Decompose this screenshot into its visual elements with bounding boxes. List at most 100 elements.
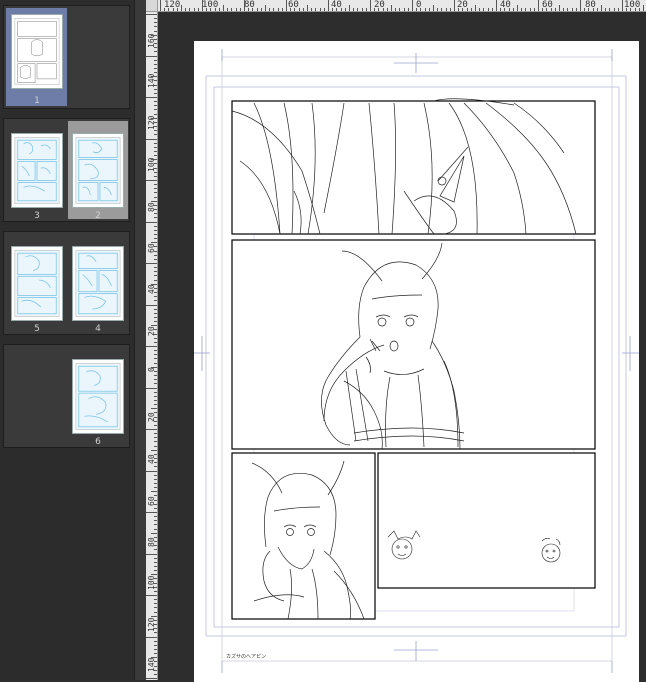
- ruler-tick: [154, 43, 157, 45]
- ruler-tick: [643, 5, 644, 11]
- ruler-tick: [154, 354, 157, 356]
- ruler-tick: [154, 478, 157, 480]
- ruler-tick: [154, 603, 157, 605]
- ruler-tick: [323, 8, 325, 11]
- ruler-tick: [154, 665, 157, 667]
- ruler-tick: [340, 8, 342, 11]
- ruler-tick: [154, 441, 157, 443]
- ruler-tick: [154, 233, 157, 235]
- ruler-tick: [151, 200, 157, 202]
- ruler-tick: [154, 495, 157, 497]
- ruler-tick: [154, 321, 157, 323]
- ruler-tick: [491, 8, 493, 11]
- ruler-tick: [412, 0, 413, 11]
- ruler-tick: [154, 238, 157, 240]
- ruler-tick: [154, 499, 157, 501]
- ruler-tick: [154, 545, 157, 547]
- page-thumbnail-3[interactable]: [11, 133, 63, 208]
- ruler-tick: [154, 516, 157, 518]
- drawing-canvas[interactable]: カズサのヘアピン: [158, 13, 646, 682]
- ruler-tick: [146, 636, 157, 638]
- ruler-tick: [154, 395, 157, 397]
- ruler-tick: [420, 8, 422, 11]
- page-number-label: 3: [34, 211, 40, 221]
- ruler-tick: [154, 420, 157, 422]
- ruler-tick: [546, 8, 548, 11]
- ruler-tick: [294, 8, 296, 11]
- ruler-tick: [154, 379, 157, 381]
- ruler-tick: [181, 5, 182, 11]
- ruler-tick: [154, 661, 157, 663]
- ruler-tick: [529, 8, 531, 11]
- ruler-tick: [154, 130, 157, 132]
- ruler-tick: [154, 312, 157, 314]
- ruler-tick: [622, 0, 623, 11]
- page-number-label: 6: [95, 437, 101, 447]
- ruler-tick: [154, 644, 157, 646]
- ruler-tick: [154, 404, 157, 406]
- page-panel-scrollbar[interactable]: [135, 0, 146, 680]
- ruler-tick: [146, 595, 157, 596]
- spread-3: 5 4: [3, 231, 130, 335]
- ruler-tick: [154, 648, 157, 650]
- ruler-tick: [154, 503, 157, 505]
- ruler-tick: [151, 574, 157, 576]
- ruler-tick: [302, 8, 304, 11]
- ruler-tick: [462, 8, 464, 11]
- ruler-tick: [154, 316, 157, 318]
- ruler-tick: [154, 341, 157, 343]
- ruler-tick: [154, 308, 157, 310]
- page-3-preview: [14, 137, 60, 204]
- ruler-tick: [483, 8, 485, 11]
- ruler-tick: [559, 5, 560, 11]
- ruler-tick: [154, 109, 157, 111]
- page-thumbnail-1[interactable]: [11, 14, 63, 89]
- ruler-tick: [154, 246, 157, 248]
- ruler-tick: [146, 512, 157, 513]
- page-6-preview: [75, 363, 121, 430]
- ruler-tick: [154, 250, 157, 252]
- ruler-tick: [154, 453, 157, 455]
- ruler-tick: [349, 5, 350, 11]
- comic-panel-3: [231, 452, 376, 620]
- page-thumbnail-2[interactable]: [72, 133, 124, 208]
- ruler-tick: [164, 8, 166, 11]
- ruler-tick: [154, 462, 157, 464]
- ruler-tick: [154, 541, 157, 543]
- ruler-tick: [154, 329, 157, 331]
- manga-page[interactable]: カズサのヘアピン: [194, 41, 639, 682]
- ruler-corner: [146, 0, 158, 12]
- ruler-tick: [146, 97, 157, 98]
- page-list-panel: 1 3 2 5 4 6: [0, 0, 135, 680]
- spread-4: 6: [3, 344, 130, 448]
- ruler-tick: [353, 8, 355, 11]
- ruler-tick: [571, 8, 573, 11]
- comic-panel-1: [231, 98, 596, 235]
- ruler-tick: [151, 34, 157, 36]
- page-thumbnail-4[interactable]: [72, 246, 124, 321]
- ruler-tick: [176, 8, 178, 11]
- page-thumbnail-5[interactable]: [11, 246, 63, 321]
- ruler-tick: [154, 412, 157, 414]
- page-number-label: 4: [95, 324, 101, 334]
- ruler-tick: [332, 8, 334, 11]
- comic-panel-4: [377, 452, 596, 589]
- ruler-tick: [154, 561, 157, 563]
- ruler-tick: [146, 429, 157, 430]
- ruler-tick: [567, 8, 569, 11]
- ruler-tick: [154, 482, 157, 484]
- ruler-tick: [223, 5, 224, 11]
- ruler-tick: [630, 8, 632, 11]
- ruler-tick: [512, 8, 514, 11]
- ruler-tick: [154, 474, 157, 476]
- ruler-tick: [617, 8, 619, 11]
- ruler-tick: [154, 175, 157, 177]
- ruler-tick: [154, 67, 157, 69]
- ruler-tick: [613, 8, 615, 11]
- ruler-tick: [154, 121, 157, 123]
- ruler-tick: [154, 391, 157, 393]
- page-thumbnail-6[interactable]: [72, 359, 124, 434]
- ruler-tick: [154, 565, 157, 567]
- ruler-tick: [273, 8, 275, 11]
- ruler-tick: [154, 155, 157, 157]
